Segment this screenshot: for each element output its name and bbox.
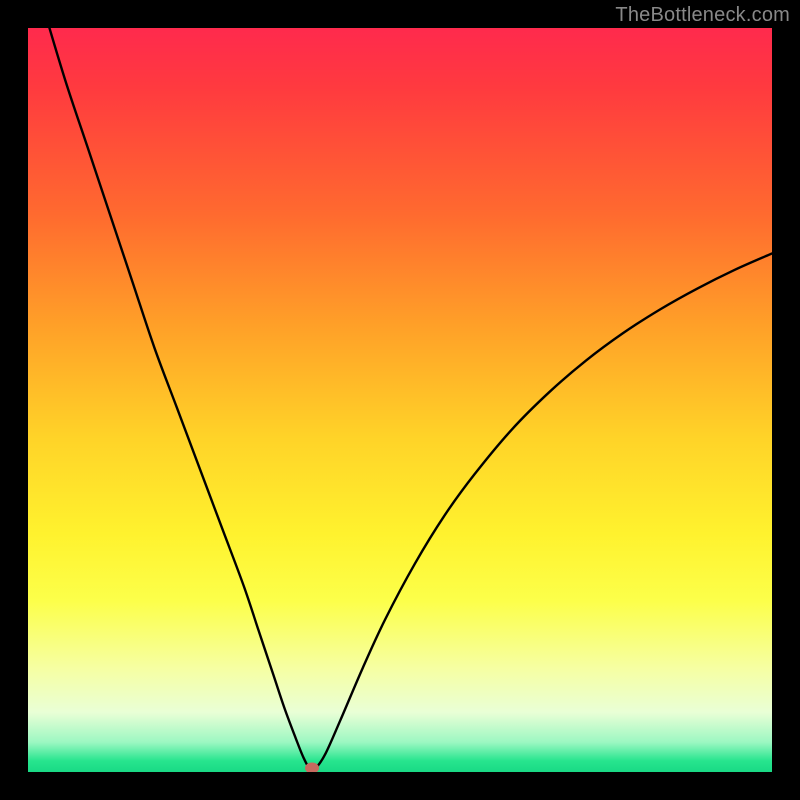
bottleneck-curve xyxy=(28,28,772,772)
plot-area xyxy=(28,28,772,772)
chart-frame: TheBottleneck.com xyxy=(0,0,800,800)
curve-path xyxy=(28,28,772,769)
watermark-text: TheBottleneck.com xyxy=(615,4,790,27)
optimal-point-marker xyxy=(305,763,319,772)
